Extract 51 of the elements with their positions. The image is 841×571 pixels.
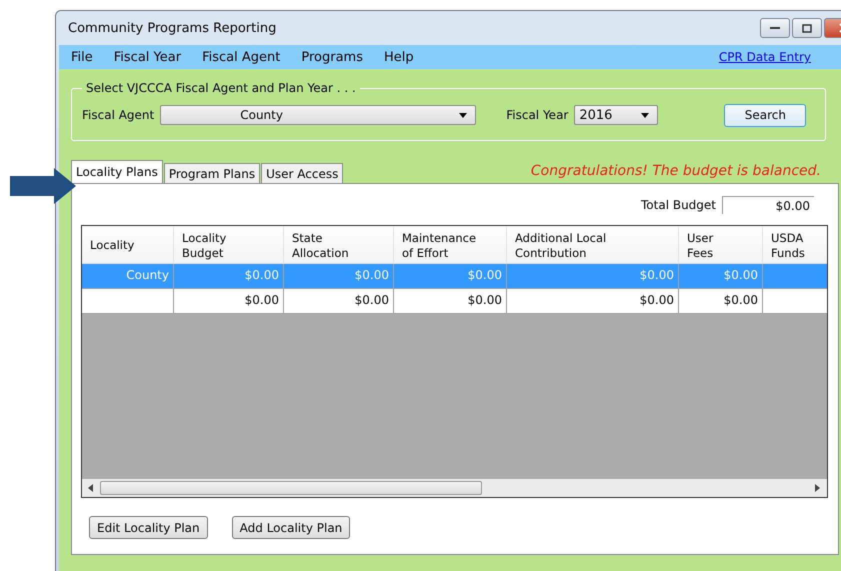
table-cell: $0.00 xyxy=(244,293,279,307)
tab[interactable]: Program Plans xyxy=(164,163,260,183)
scroll-right-icon[interactable] xyxy=(815,484,821,492)
total-budget-label: Total Budget xyxy=(641,198,716,212)
table-cell: $0.00 xyxy=(724,268,758,282)
table-cell: $0.00 xyxy=(244,268,279,282)
column-header[interactable]: Maintenance of Effort xyxy=(394,226,507,263)
maximize-button[interactable] xyxy=(792,18,822,38)
scroll-left-icon[interactable] xyxy=(88,484,94,492)
search-button[interactable]: Search xyxy=(724,104,806,126)
table-cell: $0.00 xyxy=(354,293,389,307)
menu-item[interactable]: Help xyxy=(384,50,414,64)
table-cell: County xyxy=(126,268,169,282)
data-entry-link[interactable]: CPR Data Entry xyxy=(718,50,811,64)
column-header[interactable]: State Allocation xyxy=(284,226,394,263)
group-legend: Select VJCCCA Fiscal Agent and Plan Year . . . xyxy=(82,81,360,95)
column-header[interactable]: Additional Local Contribution xyxy=(507,226,679,263)
status-message: Congratulations! The budget is balanced. xyxy=(530,163,821,179)
column-header[interactable]: USDA Funds xyxy=(763,226,827,263)
action-button[interactable]: Add Locality Plan xyxy=(232,516,350,539)
total-budget-field: $0.00 xyxy=(722,196,814,214)
action-button[interactable]: Edit Locality Plan xyxy=(89,516,208,539)
table-cell: $0.00 xyxy=(724,293,758,307)
pointer-arrow-icon xyxy=(10,168,76,204)
fiscal-year-dropdown[interactable]: 2016 xyxy=(574,105,658,125)
menu-item[interactable]: Fiscal Agent xyxy=(202,50,280,64)
fiscal-year-label: Fiscal Year xyxy=(506,108,568,122)
fiscal-agent-dropdown[interactable]: County xyxy=(160,105,476,125)
column-header[interactable]: User Fees xyxy=(679,226,763,263)
column-header[interactable]: Locality xyxy=(82,226,174,263)
dropdown-arrow-icon xyxy=(459,112,468,118)
column-header[interactable]: Locality Budget xyxy=(174,226,284,263)
minimize-icon xyxy=(770,26,780,30)
tab[interactable]: User Access xyxy=(261,163,344,183)
table-cell: $0.00 xyxy=(640,293,674,307)
maximize-icon xyxy=(802,24,812,32)
table-cell: $0.00 xyxy=(468,293,502,307)
table-cell: $0.00 xyxy=(640,268,674,282)
dropdown-arrow-icon xyxy=(641,112,650,118)
table-row[interactable]: $0.00 $0.00 $0.00 $0.00 $0.00 xyxy=(82,289,827,314)
window-title: Community Programs Reporting xyxy=(68,20,276,36)
fiscal-agent-label: Fiscal Agent xyxy=(82,108,154,122)
menu-item[interactable]: File xyxy=(71,50,93,64)
tab[interactable]: Locality Plans xyxy=(71,160,163,183)
table-cell: $0.00 xyxy=(354,268,389,282)
scrollbar-thumb[interactable] xyxy=(100,481,482,495)
menu-item[interactable]: Fiscal Year xyxy=(114,50,182,64)
table-cell: $0.00 xyxy=(468,268,502,282)
horizontal-scrollbar[interactable] xyxy=(82,479,827,497)
menu-item[interactable]: Programs xyxy=(301,50,363,64)
minimize-button[interactable] xyxy=(760,18,790,38)
